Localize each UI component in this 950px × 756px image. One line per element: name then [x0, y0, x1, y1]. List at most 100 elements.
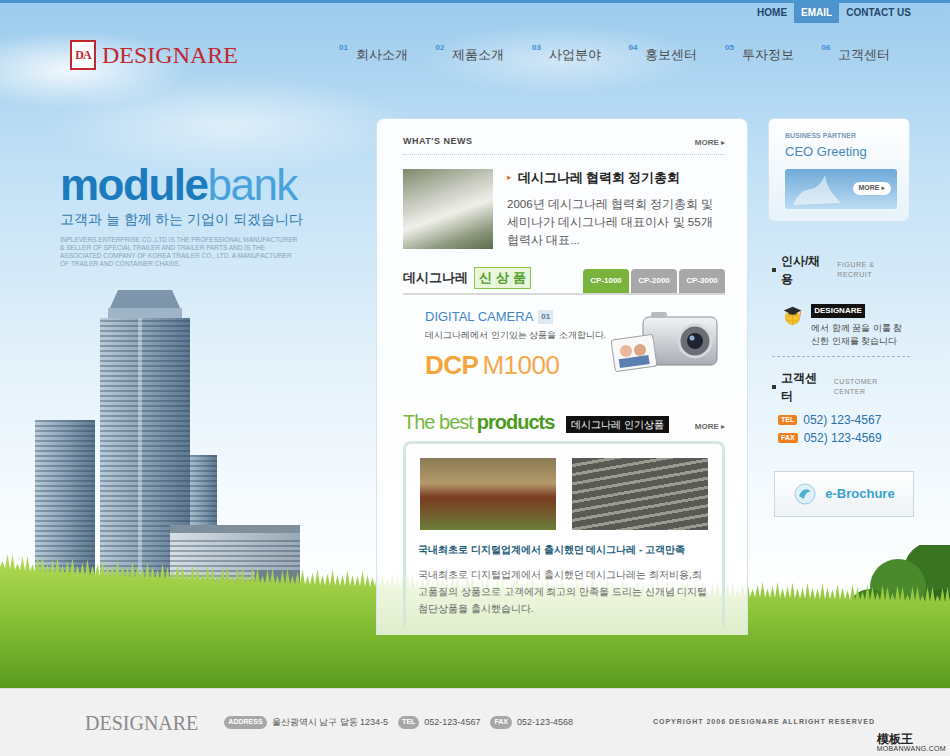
side-panel: BUSINESS PARTNERCEO Greeting MORE ▸ 인사/채용 F… [768, 118, 910, 517]
news-text: ▸ 데시그나레 협력회 정기총회 2006년 데시그나레 협력회 정기총회 및 세미… [507, 169, 725, 250]
hero-title-light: bank [207, 160, 296, 209]
page: HOMEEMAILCONTACT US DADESIGNARE 01회사소개02… [0, 0, 950, 756]
nav-number: 06 [822, 42, 831, 54]
news-heading: WHAT'S NEWS [403, 135, 472, 149]
top-bar: HOMEEMAILCONTACT US [0, 0, 950, 24]
news-header: WHAT'S NEWS MORE ▸ [403, 135, 725, 155]
ceo-kicker: BUSINESS PARTNER [785, 131, 899, 142]
watermark-brand: 模板王 [877, 733, 946, 745]
header: DADESIGNARE 01회사소개02제품소개03사업분야04 홍보센터 05투자… [0, 24, 950, 82]
footer-logo: DESIGNARE [85, 708, 198, 738]
contact-label: TEL [778, 415, 797, 425]
model-prefix: DCP [425, 350, 478, 380]
top-link[interactable]: HOME [750, 3, 794, 23]
best-products-title: The bestproducts [403, 407, 554, 437]
logo[interactable]: DADESIGNARE [70, 37, 238, 73]
news-body: 2006년 데시그나레 협력회 정기총회 및 세미나가 데시그나레 대표이사 및… [507, 195, 725, 249]
news-title[interactable]: ▸ 데시그나레 협력회 정기총회 [507, 169, 725, 188]
camera-icon [609, 307, 721, 385]
recruit-text: DESIGNARE에서 함께 꿈을 이룰 참신한 인재를 찾습니다 [811, 296, 910, 348]
hero-title-bold: module [60, 160, 207, 209]
ceo-title: CEO Greeting [785, 142, 899, 162]
nav-item[interactable]: 01회사소개 [339, 45, 436, 65]
main-area: modulebank고객과 늘 함께 하는 기업이 되겠습니다 INPLEVERS… [0, 82, 950, 688]
product-category: DIGITAL CAMERA 01 [425, 307, 606, 327]
contact-number: 052) 123-4569 [804, 429, 882, 447]
product-tab[interactable]: CP-1000 [583, 269, 629, 293]
category-number: 01 [538, 310, 553, 324]
best-caption[interactable]: 국내최초로 디지털업계에서 출시했던 데시그나레 - 고객만족 [418, 542, 710, 557]
footer-info: TEL052-123-4567 [398, 716, 490, 730]
logo-mark: DA [70, 40, 96, 70]
best-title-bold: products [477, 407, 555, 437]
recruit-message: 에서 함께 꿈을 이룰 참신한 인재를 찾습니다 [811, 322, 910, 348]
e-brochure-button[interactable]: e-Brochure [774, 471, 914, 517]
product-tab[interactable]: CP-2000 [631, 269, 677, 293]
product-photo[interactable] [420, 458, 556, 530]
watermark: 模板王MOBANWANG.COM [877, 733, 946, 752]
ribbon-icon [785, 169, 845, 209]
slogan: 고객과 늘 함께 하는 기업이 되겠습니다 [60, 210, 376, 230]
news-item[interactable]: ▸ 데시그나레 협력회 정기총회 2006년 데시그나레 협력회 정기총회 및 세미… [403, 169, 725, 250]
news-more-link[interactable]: MORE ▸ [695, 137, 725, 149]
nav-item[interactable]: 06 고객센터 [822, 45, 919, 65]
customer-title: 고객센터 [781, 369, 828, 405]
product-feature[interactable]: DIGITAL CAMERA01데시그나레에서 인기있는 상품을 소개합니다.D… [403, 295, 725, 385]
watermark-site: MOBANWANG.COM [877, 745, 946, 752]
contact-label: FAX [778, 433, 798, 443]
hero-description: INPLEVERS ENTERPRISE CO.,LTD IS THE PROF… [60, 236, 300, 268]
nav-number: 02 [436, 42, 445, 54]
new-products-header: 데시그나레 신상품 CP-1000CP-2000CP-3000 [403, 267, 725, 295]
ceo-greeting-card[interactable]: BUSINESS PARTNERCEO Greeting MORE ▸ [768, 118, 910, 222]
footer-info: ADDRESS울산광역시 남구 달동 1234-5 [224, 716, 398, 730]
recruit-title[interactable]: 인사/채용 [781, 252, 831, 288]
category-label: DIGITAL CAMERA [425, 307, 533, 327]
ceo-banner: MORE ▸ [785, 169, 897, 209]
nav-label: 사업분야 [549, 45, 601, 65]
product-photo[interactable] [572, 458, 708, 530]
content-panel: WHAT'S NEWS MORE ▸ ▸ 데시그나레 협력회 정기총회 2006년 데시… [376, 118, 748, 635]
customer-center: 고객센터 CUSTOMER CENTER TEL 052) 123-4567 FAX 05… [768, 369, 910, 447]
new-products-title: 데시그나레 신상품 [403, 267, 531, 293]
copyright: COPYRIGHT 2006 DESIGNARE ALLRIGHT RESERV… [653, 717, 875, 728]
nav-label: 투자정보 [742, 45, 794, 65]
top-link[interactable]: EMAIL [794, 3, 839, 23]
product-tabs: CP-1000CP-2000CP-3000 [583, 269, 725, 293]
nav-item[interactable]: 03사업분야 [532, 45, 629, 65]
bullet-icon [772, 268, 776, 272]
new-products-brand: 데시그나레 [403, 268, 468, 288]
product-model: DCPM1000 [425, 351, 606, 379]
nav-label: 홍보센터 [645, 45, 697, 65]
contact-row: TEL 052) 123-4567 [778, 411, 910, 429]
hero-title: modulebank [60, 162, 376, 208]
product-info: DIGITAL CAMERA01데시그나레에서 인기있는 상품을 소개합니다.D… [425, 307, 606, 379]
best-title-light: The best [403, 407, 473, 437]
footer-label: TEL [398, 716, 419, 729]
customer-header: 고객센터 CUSTOMER CENTER [772, 369, 910, 405]
news-photo [403, 169, 493, 249]
best-description: 국내최초로 디지털업계에서 출시했던 데시그나레는 최저비용,최고품질의 상품으… [418, 566, 710, 617]
customer-subtitle: CUSTOMER CENTER [834, 377, 910, 398]
footer: DESIGNAREADDRESS울산광역시 남구 달동 1234-5TEL052… [0, 688, 950, 756]
best-more-link[interactable]: MORE ▸ [695, 421, 725, 433]
graduation-cap-icon [782, 296, 803, 334]
ceo-more-link[interactable]: MORE ▸ [853, 182, 891, 195]
nav-item[interactable]: 04 홍보센터 [629, 45, 726, 65]
top-link[interactable]: CONTACT US [839, 3, 918, 23]
footer-label: FAX [490, 716, 512, 729]
recruit-subtitle: FIGURE & RECRUIT [837, 260, 910, 281]
bullet-icon: ▸ [507, 171, 512, 185]
contact-number: 052) 123-4567 [803, 411, 881, 429]
logo-name: DESIGNARE [102, 37, 238, 73]
product-tab[interactable]: CP-3000 [679, 269, 725, 293]
new-products-highlight: 신상품 [474, 267, 531, 289]
best-product-photos [418, 458, 710, 530]
footer-value: 052-123-4568 [517, 716, 573, 730]
nav-item[interactable]: 05투자정보 [725, 45, 822, 65]
nav-label: 고객센터 [838, 45, 890, 65]
news-title-text[interactable]: 데시그나레 협력회 정기총회 [518, 169, 681, 188]
recruit-body[interactable]: DESIGNARE에서 함께 꿈을 이룰 참신한 인재를 찾습니다 [772, 288, 910, 357]
bullet-icon [772, 385, 776, 389]
nav-number: 04 [629, 42, 638, 54]
nav-item[interactable]: 02제품소개 [436, 45, 533, 65]
